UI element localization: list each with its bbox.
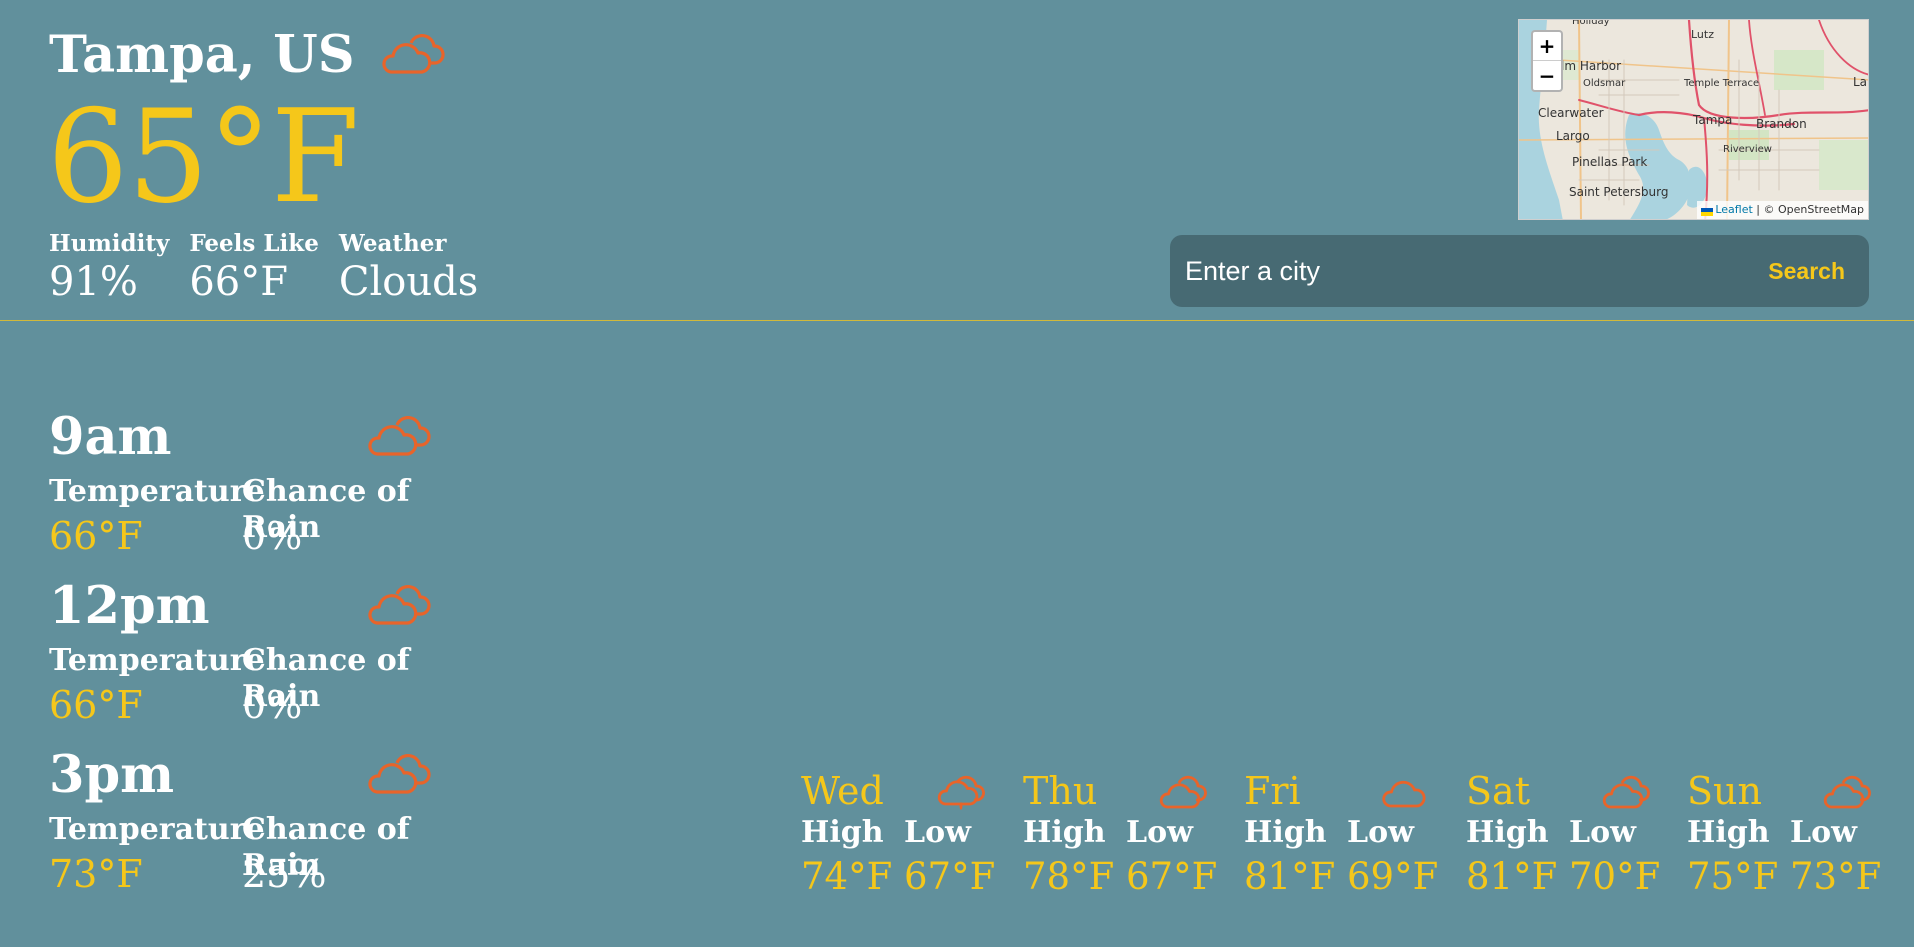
hour-rain-chance: 0% [242,683,303,727]
day-name: Thu [1023,769,1098,813]
search-button[interactable]: Search [1768,255,1845,287]
stat-value: 91% [49,259,138,305]
stat-label: Weather [338,230,447,257]
high-label: High [1687,815,1770,850]
map-place-label: Riverview [1723,144,1772,155]
high-label: High [801,815,884,850]
hour-rain-chance: 25% [242,852,327,896]
hour-temperature: 66°F [49,514,143,558]
cloud-single-icon [1380,773,1428,813]
day-high: 74°F [801,855,893,898]
current-temperature: 65°F [47,83,360,232]
cloud-icon [1159,773,1207,813]
location-map[interactable]: Holiday Lutz lm Harbor Oldsmar Temple Te… [1518,19,1869,220]
map-place-label: Saint Petersburg [1569,185,1669,199]
zoom-out-button[interactable]: − [1533,61,1561,90]
cloud-icon [367,750,431,798]
map-place-label: Tampa [1693,113,1733,127]
day-name: Sat [1466,769,1530,813]
weather-app: Tampa, US 65°F Humidity 91% Feels Like 6… [0,0,1914,947]
high-label: High [1466,815,1549,850]
low-label: Low [1790,815,1857,850]
day-name: Wed [801,769,884,813]
cloud-rain-icon [937,773,985,813]
city-name: Tampa, US [49,25,355,85]
day-low: 67°F [904,855,996,898]
day-high: 78°F [1023,855,1115,898]
daily-item: Fri High Low 81°F 69°F [1244,766,1438,898]
map-place-label: Holiday [1572,19,1610,27]
day-low: 73°F [1790,855,1882,898]
daily-item: Sat High Low 81°F 70°F [1466,766,1660,898]
cloud-icon [367,412,431,460]
low-label: Low [1347,815,1414,850]
map-place-label: Lal [1853,75,1869,89]
map-place-label: Largo [1556,129,1590,143]
map-attribution: Leaflet | © OpenStreetMap [1697,201,1868,219]
daily-item: Wed High Low 74°F 67°F [801,766,995,898]
cloud-icon [1823,773,1871,813]
city-row: Tampa, US [49,24,445,86]
hourly-item: 12pm Temperature Chance of Rain 66°F 0% [49,575,469,735]
hour-rain-chance: 0% [242,514,303,558]
day-low: 67°F [1126,855,1218,898]
daily-item: Thu High Low 78°F 67°F [1023,766,1217,898]
zoom-control: + − [1531,30,1563,92]
humidity-stat: Humidity 91% [49,229,169,305]
hourly-item: 9am Temperature Chance of Rain 66°F 0% [49,406,469,566]
day-high: 75°F [1687,855,1779,898]
map-place-label: Pinellas Park [1572,155,1648,169]
weather-stat: Weather Clouds [339,229,478,305]
day-high: 81°F [1466,855,1558,898]
hourly-item: 3pm Temperature Chance of Rain 73°F 25% [49,744,469,904]
leaflet-link[interactable]: Leaflet [1715,203,1752,216]
map-place-label: Oldsmar [1583,78,1626,89]
hour-temperature: 66°F [49,683,143,727]
temperature-label: Temperature [49,474,265,509]
ukraine-flag-icon [1701,206,1714,216]
low-label: Low [1126,815,1193,850]
low-label: Low [904,815,971,850]
stat-value: Clouds [338,259,479,305]
current-weather-header: Tampa, US 65°F Humidity 91% Feels Like 6… [0,0,1914,321]
day-low: 70°F [1569,855,1661,898]
search-bar: Search [1170,235,1869,307]
temperature-label: Temperature [49,812,265,847]
stat-value: 66°F [189,259,288,305]
day-low: 69°F [1347,855,1439,898]
map-place-label: Lutz [1691,28,1714,41]
day-name: Sun [1687,769,1762,813]
map-place-label: lm Harbor [1561,59,1622,73]
map-place-label: Clearwater [1538,106,1604,120]
temperature-label: Temperature [49,643,265,678]
city-search-input[interactable] [1170,235,1730,307]
low-label: Low [1569,815,1636,850]
osm-attribution: | © OpenStreetMap [1756,203,1864,216]
cloud-icon [367,581,431,629]
map-place-label: Brandon [1756,117,1807,131]
hour-time: 3pm [49,745,175,805]
stat-label: Humidity [49,230,170,257]
current-stats: Humidity 91% Feels Like 66°F Weather Clo… [49,229,498,305]
hour-temperature: 73°F [49,852,143,896]
map-place-label: Temple Terrace [1684,78,1760,89]
day-name: Fri [1244,769,1301,813]
zoom-in-button[interactable]: + [1533,32,1561,61]
high-label: High [1244,815,1327,850]
feels-like-stat: Feels Like 66°F [189,229,319,305]
day-high: 81°F [1244,855,1336,898]
high-label: High [1023,815,1106,850]
stat-label: Feels Like [189,230,319,257]
cloud-icon [1602,773,1650,813]
hour-time: 12pm [49,576,210,636]
cloud-icon [381,30,445,78]
hour-time: 9am [49,407,172,467]
daily-item: Sun High Low 75°F 73°F [1687,766,1881,898]
